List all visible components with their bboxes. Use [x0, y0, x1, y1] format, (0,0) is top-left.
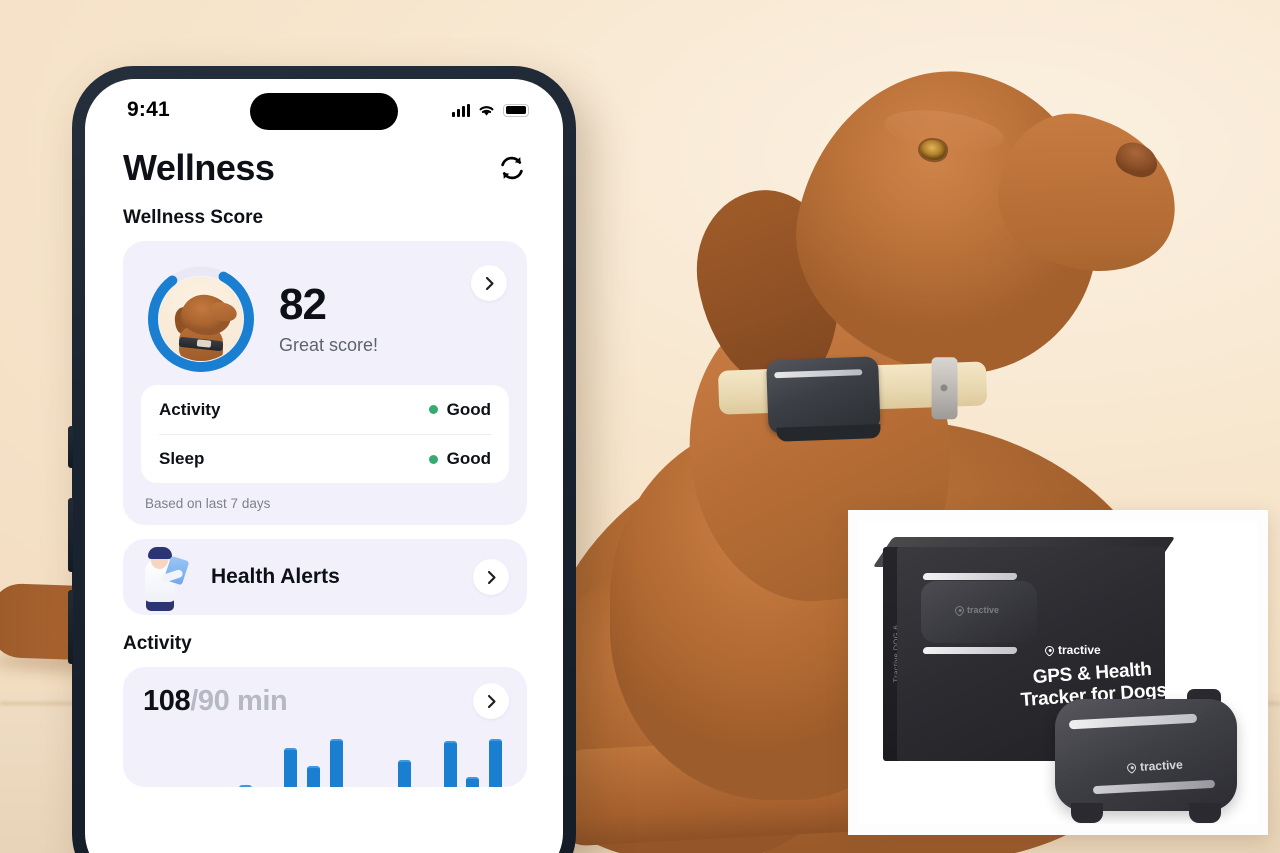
activity-bar-slot	[143, 733, 166, 787]
activity-bar	[284, 747, 298, 787]
phone-screen: 9:41 Wellness Wellness Score 82 Great sc…	[85, 79, 563, 853]
wellness-metrics-list: Activity Good Sleep Good	[141, 385, 509, 483]
activity-bar	[398, 759, 412, 787]
status-time: 9:41	[127, 98, 170, 121]
tractive-pin-logo	[1043, 643, 1056, 657]
activity-bar-slot	[348, 733, 371, 787]
activity-bar-slot	[484, 733, 507, 787]
product-brand: tractive	[1043, 643, 1101, 657]
activity-bar-slot	[234, 733, 257, 787]
metric-row-sleep[interactable]: Sleep Good	[159, 434, 491, 483]
tractive-pin-logo	[953, 603, 966, 617]
activity-bar	[307, 766, 321, 787]
wellness-score-caption: Great score!	[279, 334, 379, 355]
tractive-pin-logo	[1125, 760, 1138, 774]
wellness-score-summary: 82 Great score!	[141, 259, 509, 385]
tracker-foot-left	[1071, 803, 1103, 823]
screenshot-stage: 9:41 Wellness Wellness Score 82 Great sc…	[0, 0, 1280, 853]
activity-section-label: Activity	[123, 633, 192, 654]
activity-bar-slot	[439, 733, 462, 787]
activity-bar-slot	[462, 733, 485, 787]
metric-status-text: Good	[446, 399, 491, 419]
activity-bar	[238, 784, 252, 787]
metric-label: Activity	[159, 399, 221, 419]
battery-full-icon	[503, 103, 529, 117]
activity-goal: /90 min	[190, 684, 288, 717]
activity-card[interactable]: 108/90 min	[123, 667, 527, 787]
brand-text: tractive	[1058, 643, 1101, 657]
activity-bar	[443, 741, 457, 787]
activity-bar-slot	[166, 733, 189, 787]
wellness-score-chevron-button[interactable]	[471, 265, 507, 301]
metric-label: Sleep	[159, 449, 205, 468]
chevron-right-icon	[487, 694, 496, 708]
tracker-brand: tractive	[1125, 757, 1184, 775]
wifi-icon	[479, 106, 494, 116]
chevron-right-icon	[485, 276, 494, 290]
collar-tracker-base	[776, 424, 881, 442]
product-box-device-logo: tractive	[953, 603, 1000, 617]
phone-volume-down-button[interactable]	[68, 590, 73, 664]
health-alerts-card[interactable]: Health Alerts	[123, 539, 527, 615]
metric-row-activity[interactable]: Activity Good	[159, 385, 491, 434]
product-box-stripe-top	[922, 573, 1018, 580]
activity-card-header: 108/90 min	[143, 683, 509, 719]
device-brand-text: tractive	[967, 605, 1000, 615]
wellness-score-ring	[145, 263, 257, 375]
activity-bar-slot	[393, 733, 416, 787]
activity-bar-slot	[189, 733, 212, 787]
health-alerts-chevron-button[interactable]	[473, 559, 509, 595]
dynamic-island	[250, 93, 398, 130]
activity-bar-slot	[302, 733, 325, 787]
activity-bar-slot	[325, 733, 348, 787]
phone-mockup: 9:41 Wellness Wellness Score 82 Great sc…	[68, 66, 576, 853]
tracker-brand-text: tractive	[1139, 757, 1184, 774]
status-indicators	[452, 103, 529, 117]
wellness-score-value: 82	[279, 279, 327, 329]
activity-value: 108/90 min	[143, 684, 288, 718]
app-content: Wellness Wellness Score 82 Great score! …	[85, 141, 563, 787]
metric-status-text: Good	[446, 449, 491, 468]
activity-bar-slot	[211, 733, 234, 787]
dog-avatar	[159, 277, 243, 361]
activity-minutes: 108	[143, 684, 191, 717]
status-bar: 9:41	[85, 79, 563, 141]
wellness-footnote: Based on last 7 days	[145, 496, 271, 511]
activity-chevron-button[interactable]	[473, 683, 509, 719]
refresh-icon[interactable]	[497, 153, 527, 183]
metric-status-badge: Good	[428, 399, 491, 420]
activity-bar	[466, 776, 480, 787]
metric-status-badge: Good	[428, 449, 491, 469]
activity-bar	[489, 739, 503, 787]
status-dot-icon	[428, 405, 438, 414]
activity-bar-slot	[416, 733, 439, 787]
health-alerts-label: Health Alerts	[211, 565, 340, 588]
cellular-signal-icon	[452, 103, 470, 117]
product-box-stripe-bottom	[922, 647, 1018, 654]
activity-bar-slot	[280, 733, 303, 787]
product-inset-photo: Tractive DOG 6 tractive tractive GPS & H…	[848, 510, 1268, 835]
collar-buckle-hole	[940, 384, 948, 392]
activity-bar-slot	[371, 733, 394, 787]
wellness-score-card[interactable]: 82 Great score! Activity Good Sleep Good…	[123, 241, 527, 525]
collar-gps-tracker	[766, 356, 881, 435]
app-header: Wellness	[123, 145, 527, 189]
phone-silent-switch[interactable]	[68, 426, 73, 468]
page-title: Wellness	[123, 147, 275, 188]
activity-bar-chart	[143, 733, 507, 787]
status-dot-icon	[428, 454, 438, 464]
chevron-right-icon	[487, 570, 496, 584]
activity-bar	[329, 739, 343, 787]
phone-volume-up-button[interactable]	[68, 498, 73, 572]
activity-bar-slot	[257, 733, 280, 787]
tracker-foot-right	[1189, 803, 1221, 823]
product-photo: Tractive DOG 6 tractive tractive GPS & H…	[859, 521, 1257, 824]
vet-illustration	[129, 542, 203, 612]
wellness-score-text: 82 Great score!	[279, 279, 379, 356]
wellness-score-label: Wellness Score	[123, 207, 264, 228]
